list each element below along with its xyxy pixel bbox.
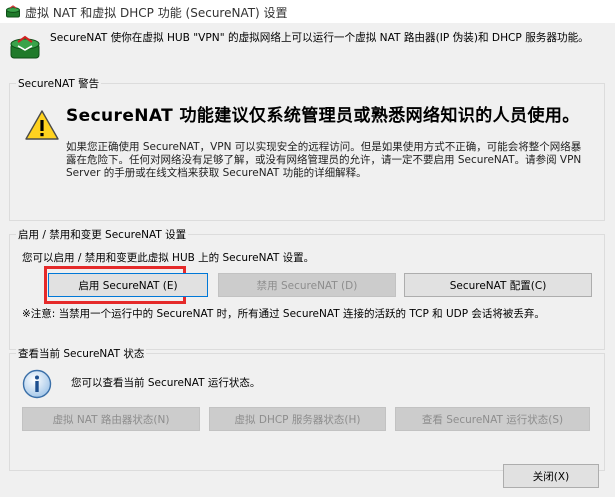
- status-description: 您可以查看当前 SecureNAT 运行状态。: [71, 377, 261, 389]
- title-bar: 虚拟 NAT 和虚拟 DHCP 功能 (SecureNAT) 设置: [0, 0, 615, 23]
- dialog-body: SecureNAT 使你在虚拟 HUB "VPN" 的虚拟网络上可以运行一个虚拟…: [0, 23, 615, 497]
- nat-status-button[interactable]: 虚拟 NAT 路由器状态(N): [22, 407, 200, 431]
- info-icon: [22, 369, 52, 399]
- enable-description: 您可以启用 / 禁用和变更此虚拟 HUB 上的 SecureNAT 设置。: [22, 252, 315, 264]
- warning-icon: [25, 110, 59, 140]
- disable-note: ※注意: 当禁用一个运行中的 SecureNAT 时，所有通过 SecureNA…: [22, 308, 545, 320]
- status-group-title: 查看当前 SecureNAT 状态: [16, 346, 147, 361]
- warning-group-title: SecureNAT 警告: [16, 76, 102, 91]
- warning-heading: SecureNAT 功能建议仅系统管理员或熟悉网络知识的人员使用。: [66, 106, 580, 126]
- securenat-router-icon: [10, 35, 40, 59]
- securenat-status-button[interactable]: 查看 SecureNAT 运行状态(S): [395, 407, 590, 431]
- securenat-config-button[interactable]: SecureNAT 配置(C): [404, 273, 592, 297]
- close-button[interactable]: 关闭(X): [503, 464, 599, 488]
- enable-securenat-button[interactable]: 启用 SecureNAT (E): [48, 273, 208, 297]
- network-router-icon: [6, 5, 20, 18]
- warning-group: SecureNAT 警告 SecureNAT 功能建议仅系统管理员或熟悉网络知识…: [9, 76, 605, 221]
- header-description: SecureNAT 使你在虚拟 HUB "VPN" 的虚拟网络上可以运行一个虚拟…: [50, 32, 589, 44]
- enable-group-title: 启用 / 禁用和变更 SecureNAT 设置: [16, 227, 189, 242]
- window-title: 虚拟 NAT 和虚拟 DHCP 功能 (SecureNAT) 设置: [25, 6, 288, 20]
- dhcp-status-button[interactable]: 虚拟 DHCP 服务器状态(H): [209, 407, 386, 431]
- disable-securenat-button[interactable]: 禁用 SecureNAT (D): [218, 273, 396, 297]
- warning-body: 如果您正确使用 SecureNAT，VPN 可以实现安全的远程访问。但是如果使用…: [66, 141, 582, 179]
